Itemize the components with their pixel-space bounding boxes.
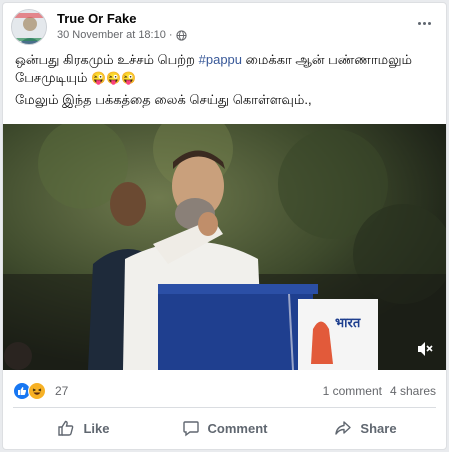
page-avatar[interactable] [11,9,47,45]
comment-count[interactable]: 1 comment [323,384,382,398]
avatar-image [12,10,46,44]
video-frame: भारत [3,124,446,370]
post-timestamp[interactable]: 30 November at 18:10 [57,29,166,41]
mute-icon[interactable] [416,340,434,358]
comment-bubble-icon [182,421,199,437]
post-header: True Or Fake 30 November at 18:10 · [11,7,438,47]
share-button[interactable]: Share [295,412,436,444]
page-name[interactable]: True Or Fake [57,11,136,26]
reaction-count[interactable]: 27 [55,384,68,398]
action-bar: Like Comment Share [13,412,436,444]
post-text-line2: மேலும் இந்த பக்கத்தை லைக் செய்து கொள்ளவு… [15,92,312,107]
podium-text: भारत [335,316,361,331]
thumbs-up-icon [58,420,74,436]
reaction-icons[interactable] [13,382,46,400]
video-player[interactable]: भारत [3,124,446,370]
reactions-bar: 27 1 comment 4 shares [13,382,436,400]
share-arrow-icon [335,421,352,435]
more-options-button[interactable] [414,13,434,33]
comment-button[interactable]: Comment [154,412,295,444]
post-text: ஒன்பது கிரகமும் உச்சம் பெற்ற #pappu மைக்… [15,51,436,109]
post-meta: 30 November at 18:10 · [57,29,187,41]
post-text-line1: ஒன்பது கிரகமும் உச்சம் பெற்ற #pappu மைக்… [15,52,412,85]
divider [13,407,436,408]
winking-tongue-emoji: 😜😜😜 [91,71,136,85]
share-count[interactable]: 4 shares [390,384,436,398]
engagement-stats: 1 comment 4 shares [323,384,436,398]
globe-icon [175,29,187,41]
hashtag-link[interactable]: #pappu [199,52,242,67]
post-card: True Or Fake 30 November at 18:10 · ஒன்ப… [2,2,447,450]
haha-reaction-icon [28,382,46,400]
like-button[interactable]: Like [13,412,154,444]
